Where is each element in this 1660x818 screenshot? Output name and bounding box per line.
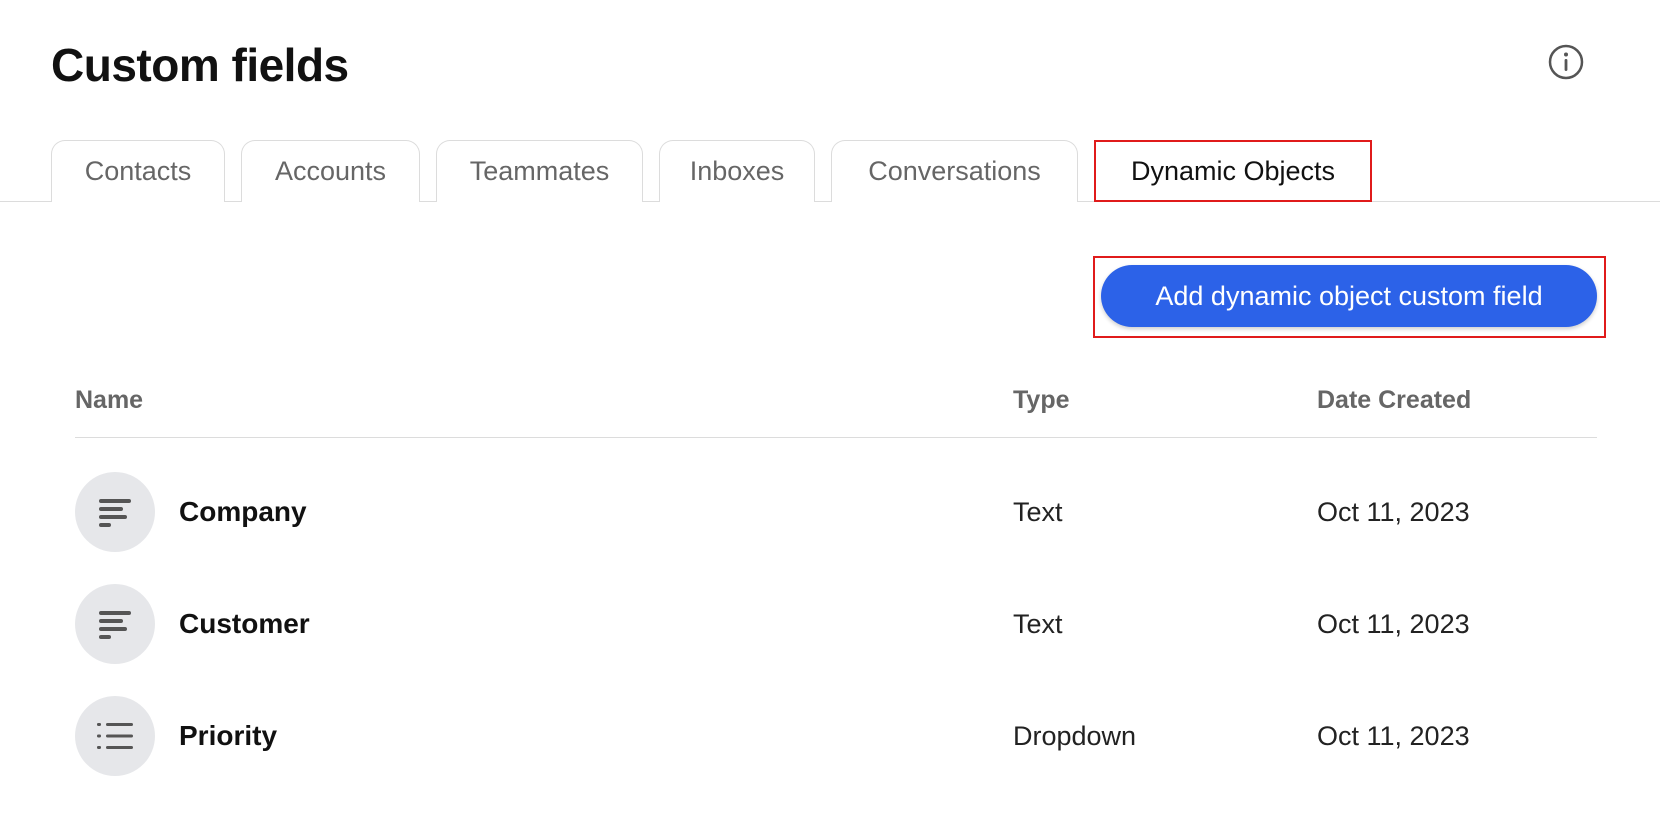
row-type-badge — [75, 696, 155, 776]
row-type: Text — [1013, 609, 1063, 639]
table-row[interactable]: Priority Dropdown Oct 11, 2023 — [75, 694, 1597, 778]
tab-inboxes[interactable]: Inboxes — [659, 140, 815, 202]
tab-accounts[interactable]: Accounts — [241, 140, 420, 202]
text-lines-icon — [99, 611, 131, 639]
table-header: Name Type Date Created — [75, 378, 1597, 438]
column-header-date-created[interactable]: Date Created — [1317, 386, 1471, 415]
info-button[interactable] — [1548, 44, 1584, 80]
row-name: Company — [179, 496, 307, 527]
text-lines-icon — [99, 499, 131, 527]
row-date-created: Oct 11, 2023 — [1317, 497, 1470, 527]
tab-contacts[interactable]: Contacts — [51, 140, 225, 202]
tab-bar: Contacts Accounts Teammates Inboxes Conv… — [0, 140, 1660, 202]
row-name: Customer — [179, 608, 310, 639]
column-header-name[interactable]: Name — [75, 386, 143, 415]
column-header-type[interactable]: Type — [1013, 386, 1070, 415]
table-row[interactable]: Customer Text Oct 11, 2023 — [75, 582, 1597, 666]
row-type: Dropdown — [1013, 721, 1137, 751]
table-row[interactable]: Company Text Oct 11, 2023 — [75, 470, 1597, 554]
list-icon — [97, 723, 133, 749]
custom-fields-page: Custom fields Contacts Accounts Teammate… — [0, 0, 1660, 818]
tab-conversations[interactable]: Conversations — [831, 140, 1078, 202]
page-title: Custom fields — [51, 39, 349, 91]
row-date-created: Oct 11, 2023 — [1317, 721, 1470, 751]
row-type-badge — [75, 472, 155, 552]
row-date-created: Oct 11, 2023 — [1317, 609, 1470, 639]
row-type: Text — [1013, 497, 1063, 527]
tab-teammates[interactable]: Teammates — [436, 140, 643, 202]
row-type-badge — [75, 584, 155, 664]
info-circle-icon — [1548, 44, 1584, 80]
row-name: Priority — [179, 720, 278, 751]
add-button-highlight: Add dynamic object custom field — [1093, 256, 1606, 338]
tab-dynamic-objects[interactable]: Dynamic Objects — [1094, 140, 1372, 202]
add-dynamic-object-custom-field-button[interactable]: Add dynamic object custom field — [1101, 265, 1597, 327]
